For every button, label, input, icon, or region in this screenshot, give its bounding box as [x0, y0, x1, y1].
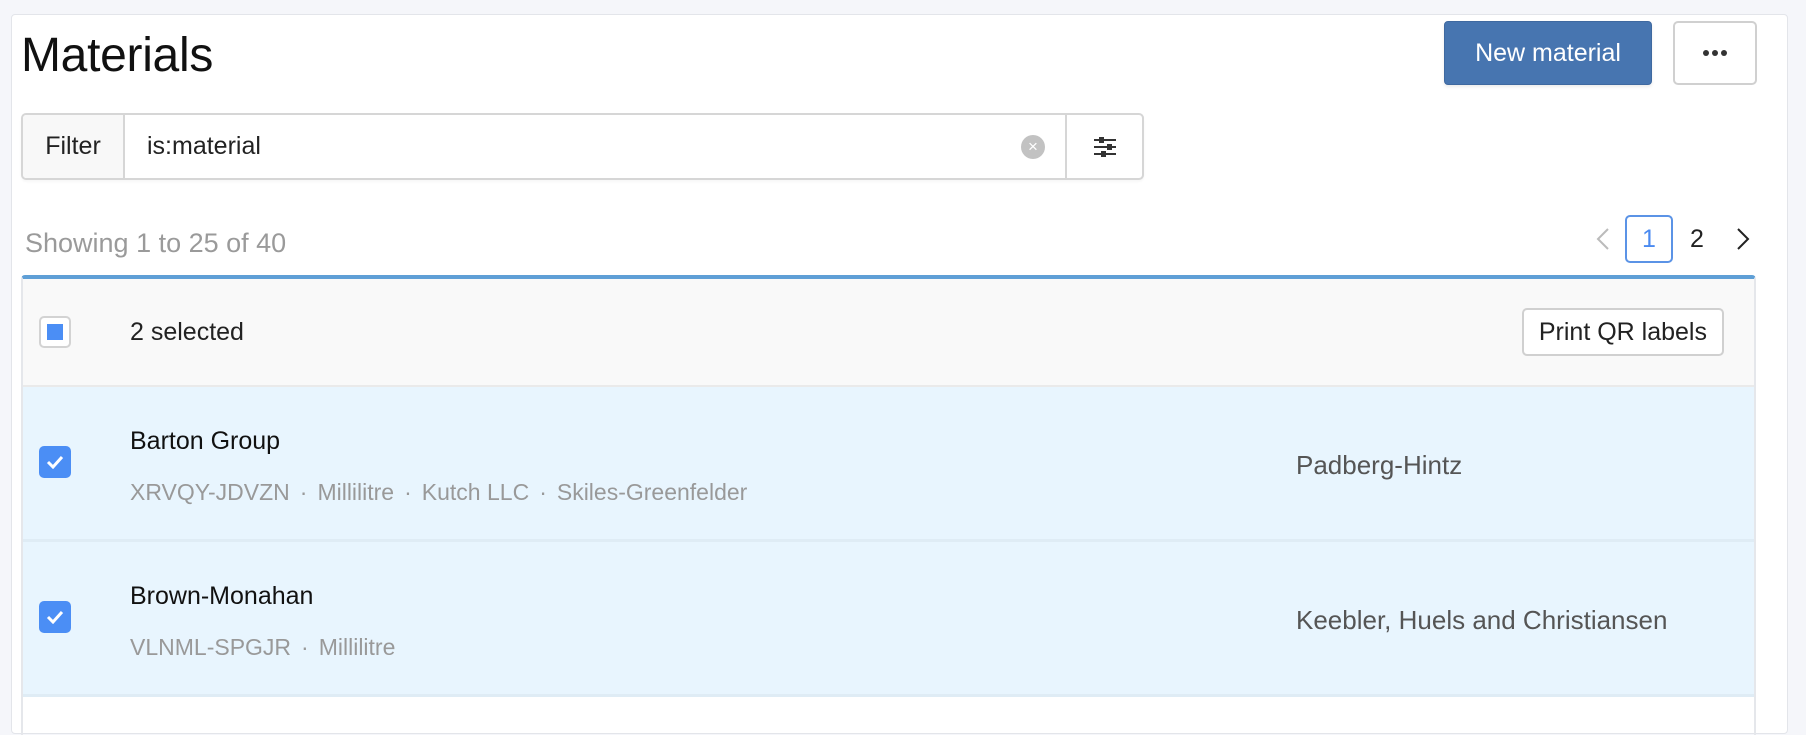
page-1-button[interactable]: 1	[1625, 215, 1673, 263]
table-row[interactable]: Brown-Monahan VLNML-SPGJR · Millilitre K…	[23, 542, 1754, 697]
prev-page-button[interactable]	[1581, 215, 1625, 263]
separator: ·	[539, 479, 547, 505]
filter-input[interactable]	[125, 115, 1065, 178]
selection-bar: 2 selected Print QR labels	[23, 279, 1754, 387]
results-summary: Showing 1 to 25 of 40	[25, 228, 287, 258]
more-actions-button[interactable]	[1673, 21, 1757, 85]
material-meta-4: Skiles-Greenfelder	[556, 479, 748, 505]
filter-input-wrap: ×	[125, 115, 1065, 178]
chevron-right-icon	[1737, 228, 1750, 250]
check-icon	[46, 455, 64, 469]
page-title: Materials	[21, 29, 214, 82]
select-all-checkbox[interactable]	[39, 316, 71, 348]
material-unit: Millilitre	[318, 634, 396, 660]
materials-table: 2 selected Print QR labels Barton Group …	[21, 275, 1756, 735]
material-code: XRVQY-JDVZN	[130, 479, 290, 505]
page-2-button[interactable]: 2	[1673, 215, 1721, 263]
row-checkbox[interactable]	[39, 446, 71, 478]
material-unit: Millilitre	[317, 479, 395, 505]
separator: ·	[301, 634, 309, 660]
material-meta: VLNML-SPGJR · Millilitre	[130, 634, 395, 661]
indeterminate-icon	[47, 324, 63, 340]
check-icon	[46, 610, 64, 624]
filter-label: Filter	[23, 115, 125, 178]
table-row[interactable]: Barton Group XRVQY-JDVZN · Millilitre · …	[23, 387, 1754, 542]
material-name[interactable]: Brown-Monahan	[130, 582, 313, 611]
print-qr-labels-button[interactable]: Print QR labels	[1521, 308, 1724, 356]
separator: ·	[299, 479, 308, 505]
sliders-icon	[1093, 136, 1116, 157]
filter-bar: Filter ×	[21, 113, 1144, 180]
new-material-button[interactable]: New material	[1444, 21, 1652, 85]
selection-count: 2 selected	[130, 317, 244, 346]
material-code: VLNML-SPGJR	[130, 634, 292, 660]
row-checkbox[interactable]	[39, 601, 71, 633]
pagination: 1 2	[1581, 215, 1765, 263]
chevron-left-icon	[1596, 228, 1609, 250]
material-meta: XRVQY-JDVZN · Millilitre · Kutch LLC · S…	[130, 479, 747, 506]
filter-settings-button[interactable]	[1065, 115, 1142, 178]
material-meta-3: Kutch LLC	[421, 479, 530, 505]
material-name[interactable]: Barton Group	[130, 427, 280, 456]
ellipsis-icon	[1703, 50, 1727, 56]
separator: ·	[404, 479, 412, 505]
next-page-button[interactable]	[1721, 215, 1765, 263]
material-supplier: Padberg-Hintz	[1296, 450, 1463, 480]
clear-icon[interactable]: ×	[1021, 134, 1045, 159]
material-supplier: Keebler, Huels and Christiansen	[1296, 605, 1668, 635]
